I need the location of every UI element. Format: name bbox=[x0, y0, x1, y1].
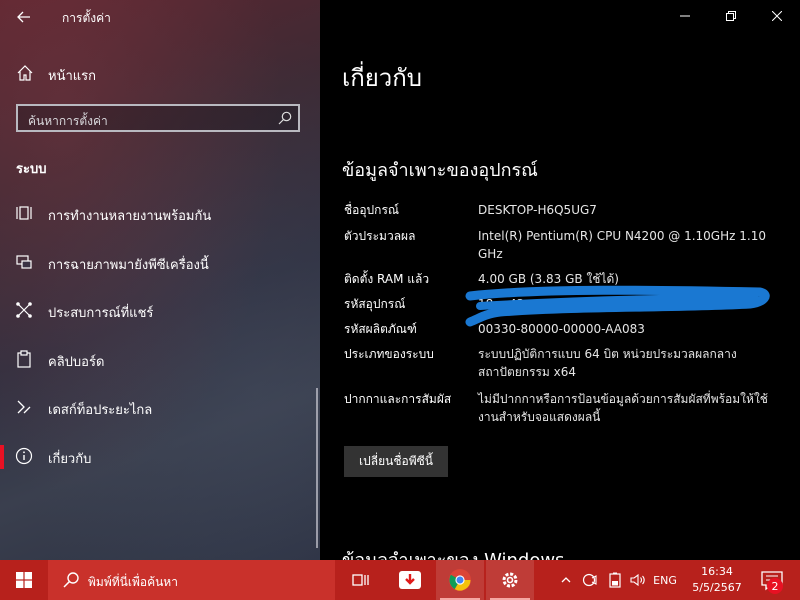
nav-scrollbar[interactable] bbox=[316, 388, 318, 548]
sidebar-item-label: การทำงานหลายงานพร้อมกัน bbox=[48, 209, 212, 224]
spec-key: ติดตั้ง RAM แล้ว bbox=[344, 272, 430, 286]
spec-value[interactable]: 00330-80000-00000-AA083 bbox=[478, 320, 778, 338]
about-content-pane: เกี่ยวกับ ข้อมูลจำเพาะของอุปกรณ์ ชื่ออุป… bbox=[320, 0, 800, 560]
spec-value[interactable]: 4.00 GB (3.83 GB ใช้ได้) bbox=[478, 270, 778, 288]
sidebar-item-remote-desktop[interactable]: เดสก์ท็อประยะไกล bbox=[0, 384, 320, 433]
gear-icon bbox=[502, 572, 518, 588]
taskbar-search-box[interactable]: พิมพ์ที่นี่เพื่อค้นหา bbox=[48, 560, 335, 600]
spec-value[interactable]: ระบบปฏิบัติการแบบ 64 บิต หน่วยประมวลผลกล… bbox=[478, 345, 778, 381]
spec-value[interactable]: Intel(R) Pentium(R) CPU N4200 @ 1.10GHz … bbox=[478, 227, 778, 263]
selection-indicator bbox=[0, 444, 4, 469]
nav-list: การทำงานหลายงานพร้อมกัน การฉายภาพมายังพี… bbox=[0, 190, 320, 481]
sidebar-item-projecting[interactable]: การฉายภาพมายังพีซีเครื่องนี้ bbox=[0, 239, 320, 288]
sidebar-item-label: คลิปบอร์ด bbox=[48, 354, 105, 370]
settings-nav-pane: การตั้งค่า หน้าแรก ค้นหาการตั้งค่า ระบบ … bbox=[0, 0, 320, 560]
volume-icon bbox=[630, 573, 645, 587]
meet-now-button[interactable] bbox=[578, 560, 602, 600]
sidebar-item-clipboard[interactable]: คลิปบอร์ด bbox=[0, 336, 320, 385]
spec-value[interactable]: 18...-43..-...AB212 bbox=[478, 295, 778, 313]
battery-icon bbox=[609, 572, 621, 588]
volume-button[interactable] bbox=[626, 560, 650, 600]
spec-key: รหัสอุปกรณ์ bbox=[344, 297, 406, 311]
sidebar-item-multitasking[interactable]: การทำงานหลายงานพร้อมกัน bbox=[0, 190, 320, 239]
sidebar-item-label: เดสก์ท็อประยะไกล bbox=[48, 403, 153, 418]
screen: การตั้งค่า หน้าแรก ค้นหาการตั้งค่า ระบบ … bbox=[0, 0, 800, 600]
spec-key: ตัวประมวลผล bbox=[344, 229, 416, 243]
clipboard-icon bbox=[17, 349, 31, 368]
input-language-indicator[interactable]: ENG bbox=[650, 560, 680, 600]
home-icon bbox=[17, 65, 33, 81]
start-button[interactable] bbox=[0, 560, 48, 600]
search-icon bbox=[63, 572, 79, 588]
taskbar-app-downloader[interactable] bbox=[386, 560, 434, 600]
sidebar-item-label: ประสบการณ์ที่แชร์ bbox=[48, 306, 154, 321]
clock-time: 16:34 bbox=[701, 565, 733, 578]
projecting-icon bbox=[16, 254, 32, 269]
remote-desktop-icon bbox=[17, 400, 31, 414]
restore-icon bbox=[726, 11, 736, 21]
windows-specs-heading: ข้อมูลจำเพาะของ Windows bbox=[342, 545, 564, 560]
sidebar-item-shared-experiences[interactable]: ประสบการณ์ที่แชร์ bbox=[0, 287, 320, 336]
battery-button[interactable] bbox=[604, 560, 626, 600]
minimize-button[interactable] bbox=[662, 0, 708, 32]
page-title: เกี่ยวกับ bbox=[342, 64, 423, 92]
taskbar-app-settings[interactable] bbox=[486, 560, 534, 600]
restore-button[interactable] bbox=[708, 0, 754, 32]
task-view-button[interactable] bbox=[336, 560, 384, 600]
taskbar-clock[interactable]: 16:34 5/5/2567 bbox=[690, 564, 744, 596]
clock-date: 5/5/2567 bbox=[692, 581, 742, 594]
notification-count-badge: 2 bbox=[767, 578, 783, 594]
spec-value[interactable]: DESKTOP-H6Q5UG7 bbox=[478, 201, 778, 219]
task-view-icon bbox=[352, 574, 369, 586]
info-icon bbox=[15, 447, 33, 464]
download-app-icon bbox=[399, 571, 421, 589]
spec-value[interactable]: ไม่มีปากกาหรือการป้อนข้อมูลด้วยการสัมผัส… bbox=[478, 390, 778, 426]
sidebar-item-label: เกี่ยวกับ bbox=[48, 451, 92, 467]
spec-key: ประเภทของระบบ bbox=[344, 347, 434, 361]
taskbar-app-chrome[interactable] bbox=[436, 560, 484, 600]
windows-logo-icon bbox=[16, 572, 32, 588]
sidebar-item-label: การฉายภาพมายังพีซีเครื่องนี้ bbox=[48, 257, 209, 273]
chevron-up-icon bbox=[561, 577, 571, 583]
taskbar-search-placeholder: พิมพ์ที่นี่เพื่อค้นหา bbox=[88, 575, 178, 589]
show-hidden-icons-button[interactable] bbox=[556, 560, 576, 600]
chrome-icon bbox=[449, 569, 471, 591]
minimize-icon bbox=[680, 15, 690, 17]
nav-section-label: ระบบ bbox=[16, 162, 47, 177]
settings-search-input[interactable]: ค้นหาการตั้งค่า bbox=[16, 104, 300, 132]
multitasking-icon bbox=[16, 206, 32, 220]
close-button[interactable] bbox=[754, 0, 800, 32]
settings-search-placeholder: ค้นหาการตั้งค่า bbox=[28, 114, 108, 128]
back-button[interactable] bbox=[10, 4, 38, 30]
shared-experiences-icon bbox=[16, 302, 32, 318]
nav-home[interactable]: หน้าแรก bbox=[0, 58, 320, 90]
app-title: การตั้งค่า bbox=[62, 11, 111, 25]
search-icon[interactable] bbox=[278, 111, 292, 125]
device-specs-heading: ข้อมูลจำเพาะของอุปกรณ์ bbox=[342, 160, 538, 181]
spec-key: ปากกาและการสัมผัส bbox=[344, 392, 452, 406]
rename-pc-button[interactable]: เปลี่ยนชื่อพีซีนี้ bbox=[344, 446, 448, 477]
close-icon bbox=[772, 11, 782, 21]
back-arrow-icon bbox=[17, 11, 30, 23]
taskbar: พิมพ์ที่นี่เพื่อค้นหา ENG 16:34 5/5/2567 bbox=[0, 560, 800, 600]
window-controls bbox=[662, 0, 800, 32]
nav-home-label: หน้าแรก bbox=[48, 69, 96, 84]
sidebar-item-about[interactable]: เกี่ยวกับ bbox=[0, 433, 320, 482]
spec-key: ชื่ออุปกรณ์ bbox=[344, 203, 400, 217]
spec-key: รหัสผลิตภัณฑ์ bbox=[344, 322, 417, 336]
meet-now-icon bbox=[582, 573, 597, 587]
